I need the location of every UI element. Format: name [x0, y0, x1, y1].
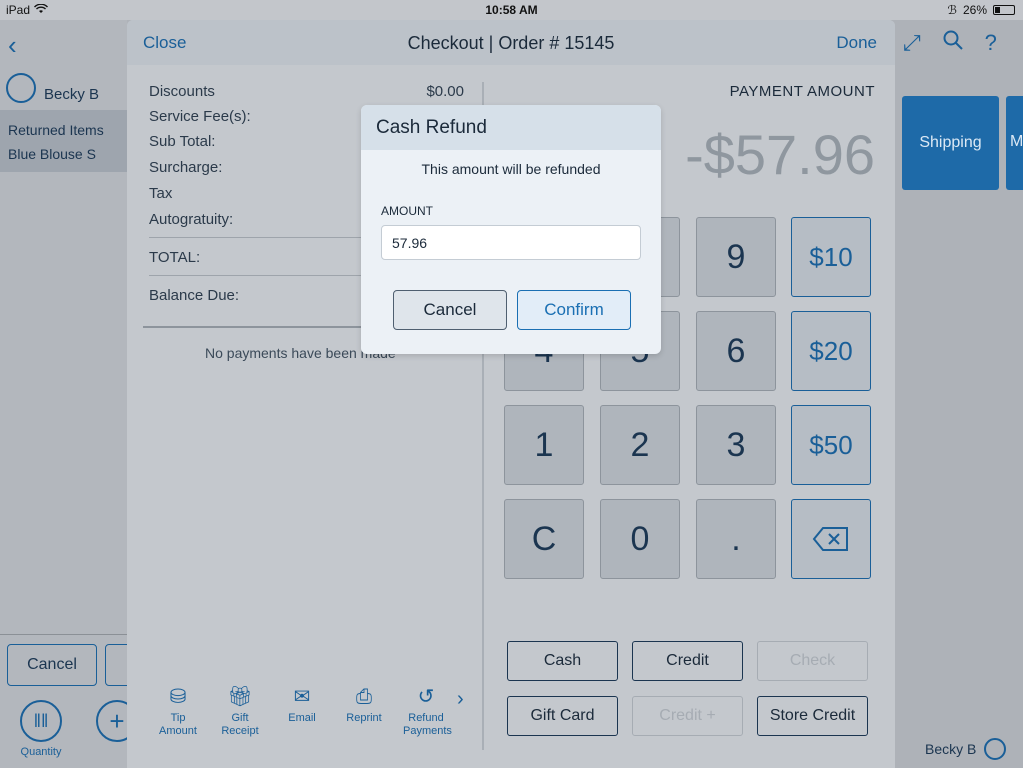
battery-percent: 26% [962, 3, 987, 17]
quantity-label: Quantity [20, 746, 62, 758]
key-0[interactable]: 0 [600, 499, 680, 579]
printer-icon: ⎙ [356, 686, 372, 708]
top-right-icons: ⤢ ? [903, 30, 997, 56]
balance-due-label: Balance Due: [149, 287, 240, 304]
autogratuity-label: Autogratuity: [149, 211, 234, 228]
check-button[interactable]: Check [757, 641, 868, 681]
background-cancel-button[interactable]: Cancel [7, 644, 97, 686]
gift-icon: 🎁︎ [227, 686, 253, 708]
amount-label: AMOUNT [381, 204, 433, 218]
reprint-button[interactable]: ⎙ Reprint [341, 682, 387, 738]
envelope-icon: ✉ [293, 686, 311, 708]
cash-refund-dialog: Cash Refund This amount will be refunded… [361, 105, 661, 354]
quick-50-button[interactable]: $50 [791, 405, 871, 485]
status-right: ℬ 26% [948, 3, 1015, 17]
quick-20-button[interactable]: $20 [791, 311, 871, 391]
shipping-tile[interactable]: Shipping [902, 96, 999, 190]
expand-icon[interactable]: ⤢ [903, 30, 921, 56]
battery-icon [993, 5, 1015, 15]
next-tile[interactable]: M [1006, 96, 1023, 190]
cash-button[interactable]: Cash [507, 641, 618, 681]
status-bar: iPad 10:58 AM ℬ 26% [0, 0, 1023, 20]
refund-payments-button[interactable]: ↺ Refund Payments [403, 682, 452, 738]
tip-amount-label: Tip Amount [159, 712, 197, 737]
gift-receipt-label: Gift Receipt [221, 712, 259, 737]
coins-icon: ⛁ [169, 686, 187, 708]
amount-input[interactable] [381, 225, 641, 260]
dialog-message: This amount will be refunded [421, 161, 601, 177]
summary-row-discounts: Discounts $0.00 [149, 83, 464, 100]
chevron-right-icon[interactable]: › [457, 688, 464, 711]
back-chevron-icon[interactable]: ‹ [8, 30, 17, 61]
help-icon[interactable]: ? [985, 30, 997, 56]
service-fees-label: Service Fee(s): [149, 108, 251, 125]
key-6[interactable]: 6 [696, 311, 776, 391]
background-items-list: Returned Items Blue Blouse S [0, 110, 127, 172]
gift-card-button[interactable]: Gift Card [507, 696, 618, 736]
items-header: Returned Items [8, 122, 104, 138]
backspace-icon [812, 527, 848, 551]
refund-payments-label: Refund Payments [403, 712, 452, 737]
key-clear[interactable]: C [504, 499, 584, 579]
divider [0, 634, 127, 635]
key-3[interactable]: 3 [696, 405, 776, 485]
backspace-button[interactable] [791, 499, 871, 579]
tally-icon: ‖‖ [20, 700, 62, 742]
logout-icon[interactable] [984, 738, 1007, 760]
cancel-button[interactable]: Cancel [393, 290, 507, 330]
bluetooth-icon: ℬ [947, 3, 957, 17]
email-label: Email [288, 712, 316, 724]
search-icon[interactable] [943, 30, 963, 56]
subtotal-label: Sub Total: [149, 133, 216, 150]
credit-plus-button[interactable]: Credit + [632, 696, 743, 736]
quick-10-button[interactable]: $10 [791, 217, 871, 297]
credit-button[interactable]: Credit [632, 641, 743, 681]
background-user-name: Becky B [44, 86, 100, 103]
dialog-title: Cash Refund [361, 105, 661, 150]
confirm-button[interactable]: Confirm [517, 290, 631, 330]
done-button[interactable]: Done [836, 33, 877, 53]
undo-icon: ↺ [417, 686, 435, 708]
reprint-label: Reprint [346, 712, 382, 724]
gift-receipt-button[interactable]: 🎁︎ Gift Receipt [217, 682, 263, 738]
footer-user-name: Becky B [925, 741, 977, 757]
footer-user: Becky B [925, 738, 1007, 760]
background-user: Becky B [6, 72, 99, 103]
key-1[interactable]: 1 [504, 405, 584, 485]
payment-amount-value: -$57.96 [685, 123, 875, 186]
key-decimal[interactable]: . [696, 499, 776, 579]
item-row[interactable]: Blue Blouse S [8, 142, 119, 166]
surcharge-label: Surcharge: [149, 159, 223, 176]
discounts-label: Discounts [149, 83, 215, 100]
payment-amount-label: PAYMENT AMOUNT [729, 83, 875, 100]
key-2[interactable]: 2 [600, 405, 680, 485]
avatar-icon [6, 72, 36, 103]
status-time: 10:58 AM [485, 3, 538, 17]
key-9[interactable]: 9 [696, 217, 776, 297]
store-credit-button[interactable]: Store Credit [757, 696, 868, 736]
tip-amount-button[interactable]: ⛁ Tip Amount [155, 682, 201, 738]
quantity-button[interactable]: ‖‖ Quantity [20, 700, 62, 758]
email-button[interactable]: ✉ Email [279, 682, 325, 738]
checkout-actions: ⛁ Tip Amount 🎁︎ Gift Receipt ✉ Email ⎙ R… [155, 682, 452, 738]
checkout-header: Close Checkout | Order # 15145 Done [127, 20, 895, 65]
checkout-title: Checkout | Order # 15145 [407, 33, 615, 53]
discounts-value: $0.00 [426, 83, 464, 100]
total-label: TOTAL: [149, 249, 201, 266]
tax-label: Tax [149, 185, 173, 202]
